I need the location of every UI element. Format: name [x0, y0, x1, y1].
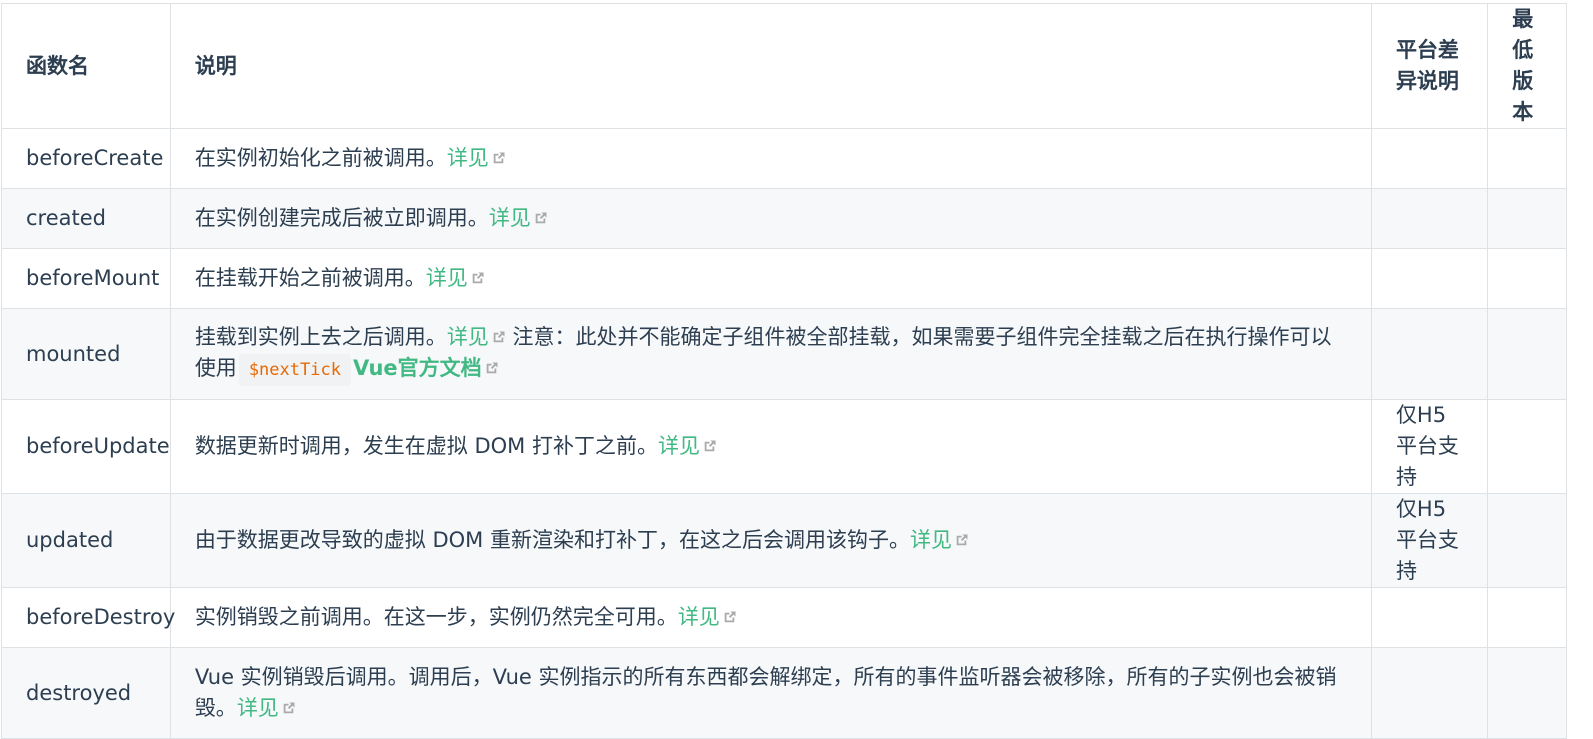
external-link-icon — [724, 611, 736, 623]
platform-cell — [1370, 128, 1489, 189]
details-link[interactable]: 详见 — [658, 434, 717, 458]
description-text: 挂载到实例上去之后调用。 — [194, 325, 447, 349]
function-name-cell: mounted — [1, 308, 171, 400]
description-text: 在实例创建完成后被立即调用。 — [194, 206, 489, 230]
function-name-cell: updated — [1, 493, 171, 588]
header-description: 说明 — [169, 3, 1372, 129]
external-link-icon — [486, 362, 498, 374]
version-cell — [1487, 399, 1567, 494]
platform-cell — [1370, 587, 1489, 648]
platform-cell: 仅H5平台支持 — [1370, 399, 1489, 494]
lifecycle-table: 函数名 说明 平台差异说明 最低版本 beforeCreate 在实例初始化之前… — [1, 3, 1567, 739]
description-text: Vue 实例销毁后调用。调用后，Vue 实例指示的所有东西都会解绑定，所有的事件… — [194, 665, 1337, 720]
platform-cell: 仅H5平台支持 — [1370, 493, 1489, 588]
version-cell — [1487, 493, 1567, 588]
function-name-cell: beforeUpdate — [1, 399, 171, 494]
details-link[interactable]: 详见 — [237, 696, 296, 720]
description-text: 在实例初始化之前被调用。 — [194, 146, 447, 170]
table-header-row: 函数名 说明 平台差异说明 最低版本 — [1, 3, 1567, 129]
details-link[interactable]: 详见 — [678, 605, 737, 629]
platform-cell — [1370, 308, 1489, 400]
description-cell: Vue 实例销毁后调用。调用后，Vue 实例指示的所有东西都会解绑定，所有的事件… — [169, 647, 1372, 739]
table-row: beforeMount 在挂载开始之前被调用。详见 — [1, 248, 1567, 309]
header-platform-diff: 平台差异说明 — [1370, 3, 1489, 129]
external-link-icon — [472, 272, 484, 284]
version-cell — [1487, 587, 1567, 648]
details-link[interactable]: 详见 — [910, 528, 969, 552]
platform-cell — [1370, 248, 1489, 309]
function-name-cell: beforeCreate — [1, 128, 171, 189]
description-cell: 在实例初始化之前被调用。详见 — [169, 128, 1372, 189]
details-link[interactable]: 详见 — [426, 266, 485, 290]
version-cell — [1487, 188, 1567, 249]
description-text: 实例销毁之前调用。在这一步，实例仍然完全可用。 — [194, 605, 678, 629]
version-cell — [1487, 308, 1567, 400]
version-cell — [1487, 128, 1567, 189]
function-name-cell: beforeMount — [1, 248, 171, 309]
external-link-icon — [704, 440, 716, 452]
version-cell — [1487, 248, 1567, 309]
function-name-cell: beforeDestroy — [1, 587, 175, 648]
platform-cell — [1370, 647, 1489, 739]
description-text: 由于数据更改导致的虚拟 DOM 重新渲染和打补丁，在这之后会调用该钩子。 — [194, 528, 910, 552]
description-cell: 在挂载开始之前被调用。详见 — [169, 248, 1372, 309]
version-cell — [1487, 647, 1567, 739]
inline-code: $nextTick — [238, 354, 351, 386]
external-link-icon — [493, 331, 505, 343]
table-row: updated 由于数据更改导致的虚拟 DOM 重新渲染和打补丁，在这之后会调用… — [1, 493, 1567, 588]
description-text: 数据更新时调用，发生在虚拟 DOM 打补丁之前。 — [194, 434, 658, 458]
table-row: beforeDestroy 实例销毁之前调用。在这一步，实例仍然完全可用。详见 — [1, 587, 1567, 648]
details-link[interactable]: 详见 — [489, 206, 548, 230]
platform-cell — [1370, 188, 1489, 249]
table-row: mounted 挂载到实例上去之后调用。详见 注意：此处并不能确定子组件被全部挂… — [1, 308, 1567, 400]
header-min-version: 最低版本 — [1487, 3, 1567, 129]
function-name-cell: created — [1, 188, 171, 249]
table-row: created 在实例创建完成后被立即调用。详见 — [1, 188, 1567, 249]
external-link-icon — [283, 702, 295, 714]
external-link-icon — [535, 212, 547, 224]
description-text: 在挂载开始之前被调用。 — [194, 266, 426, 290]
external-link-icon — [956, 534, 968, 546]
table-row: beforeUpdate 数据更新时调用，发生在虚拟 DOM 打补丁之前。详见 … — [1, 399, 1567, 494]
description-cell: 数据更新时调用，发生在虚拟 DOM 打补丁之前。详见 — [169, 399, 1372, 494]
function-name-cell: destroyed — [1, 647, 171, 739]
description-cell: 挂载到实例上去之后调用。详见 注意：此处并不能确定子组件被全部挂载，如果需要子组… — [169, 308, 1372, 400]
vue-docs-link[interactable]: Vue官方文档 — [353, 356, 499, 380]
header-function-name: 函数名 — [1, 3, 171, 129]
details-link[interactable]: 详见 — [447, 325, 506, 349]
details-link[interactable]: 详见 — [447, 146, 506, 170]
table-row: destroyed Vue 实例销毁后调用。调用后，Vue 实例指示的所有东西都… — [1, 647, 1567, 739]
external-link-icon — [493, 152, 505, 164]
description-cell: 实例销毁之前调用。在这一步，实例仍然完全可用。详见 — [169, 587, 1372, 648]
description-cell: 在实例创建完成后被立即调用。详见 — [169, 188, 1372, 249]
description-cell: 由于数据更改导致的虚拟 DOM 重新渲染和打补丁，在这之后会调用该钩子。详见 — [169, 493, 1372, 588]
table-row: beforeCreate 在实例初始化之前被调用。详见 — [1, 128, 1567, 189]
